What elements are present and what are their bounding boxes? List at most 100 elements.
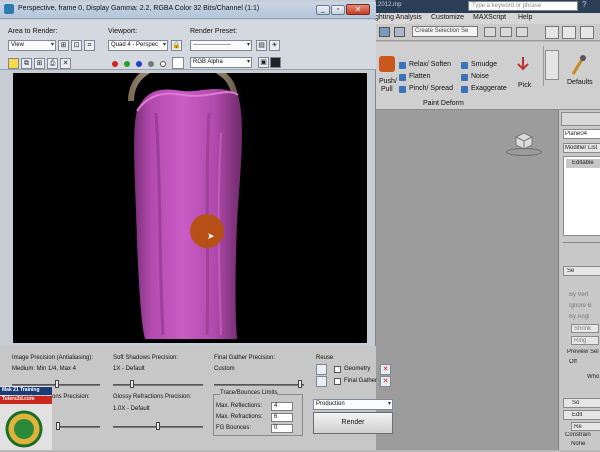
- menu-lighting-analysis[interactable]: ghting Analysis: [375, 14, 422, 21]
- save-image-icon[interactable]: [8, 58, 19, 69]
- toolbar-icon[interactable]: [562, 26, 576, 39]
- help-icon[interactable]: ?: [582, 0, 586, 9]
- menu-help[interactable]: Help: [518, 14, 532, 21]
- clear-icon[interactable]: ✕: [60, 58, 71, 69]
- green-channel-icon[interactable]: [124, 61, 130, 67]
- by-angle-option[interactable]: By Angl: [569, 314, 589, 320]
- checkbox-column[interactable]: [545, 50, 559, 80]
- viewcube-ring[interactable]: [506, 148, 542, 156]
- minimize-button[interactable]: _: [316, 5, 330, 15]
- modifier-stack[interactable]: Editable: [563, 156, 600, 236]
- push-pull-label[interactable]: Push/: [379, 78, 397, 85]
- geometry-checkbox[interactable]: [334, 366, 341, 373]
- alpha-display-icon[interactable]: [148, 61, 154, 67]
- soft-selection-rollout[interactable]: So: [563, 398, 600, 408]
- exaggerate-icon[interactable]: [461, 86, 468, 93]
- clone-window-icon[interactable]: ⊞: [34, 58, 45, 69]
- relax-soften-button[interactable]: Relax/ Soften: [409, 61, 451, 68]
- toolbar-icon[interactable]: [500, 27, 512, 37]
- stack-tools[interactable]: [563, 242, 600, 251]
- render-preset-dropdown[interactable]: -------------------: [190, 40, 252, 51]
- max-reflections-input[interactable]: 4: [271, 402, 293, 411]
- auto-region-icon[interactable]: ⊡: [71, 40, 82, 51]
- edit-region-icon[interactable]: ⊞: [58, 40, 69, 51]
- smudge-button[interactable]: Smudge: [471, 61, 497, 68]
- toolbar-icon[interactable]: [394, 27, 405, 37]
- render-setup-icon[interactable]: ▤: [256, 40, 267, 51]
- lock-viewport-icon[interactable]: 🔒: [171, 40, 182, 51]
- ignore-backfacing-option[interactable]: Ignore B: [569, 303, 592, 309]
- red-channel-icon[interactable]: [112, 61, 118, 67]
- toolbar-icon[interactable]: [516, 27, 528, 37]
- final-gather-slider[interactable]: [298, 380, 302, 388]
- reuse-fg-icon[interactable]: [316, 376, 327, 387]
- copy-image-icon[interactable]: ⧉: [21, 58, 32, 69]
- clear-fg-icon[interactable]: ✕: [380, 376, 391, 387]
- close-button[interactable]: ✕: [346, 4, 370, 15]
- menu-customize[interactable]: Customize: [431, 14, 464, 21]
- print-icon[interactable]: ⎙: [47, 58, 58, 69]
- environment-icon[interactable]: ☀: [269, 40, 280, 51]
- modifier-list-dropdown[interactable]: Modifier List: [563, 143, 600, 153]
- shrink-button[interactable]: Shrink: [571, 324, 599, 333]
- render-preset-label: Render Preset:: [190, 28, 238, 35]
- toolbar-icon[interactable]: [379, 27, 390, 37]
- color-swatch[interactable]: [172, 57, 184, 69]
- pinch-icon[interactable]: [399, 86, 406, 93]
- fg-bounces-input[interactable]: 0: [271, 424, 293, 433]
- toolbar-icon[interactable]: [545, 26, 559, 39]
- exaggerate-button[interactable]: Exaggerate: [471, 85, 507, 92]
- noise-icon[interactable]: [461, 74, 468, 81]
- toolbar-icon[interactable]: [484, 27, 496, 37]
- image-precision-slider[interactable]: [55, 380, 59, 388]
- flatten-button[interactable]: Flatten: [409, 73, 430, 80]
- maximize-button[interactable]: ▫: [331, 5, 345, 15]
- pick-icon[interactable]: [515, 56, 531, 74]
- soft-shadows-value: 1X - Default: [113, 366, 145, 372]
- clear-geometry-icon[interactable]: ✕: [380, 364, 391, 375]
- mono-display-icon[interactable]: [160, 61, 166, 67]
- crop-icon[interactable]: ⌗: [84, 40, 95, 51]
- viewport-perspective[interactable]: [375, 110, 558, 450]
- noise-button[interactable]: Noise: [471, 73, 489, 80]
- relax-icon[interactable]: [399, 62, 406, 69]
- alpha-channel-icon[interactable]: [270, 57, 281, 68]
- defaults-button[interactable]: Defaults: [567, 79, 593, 86]
- final-gather-value: Custom: [214, 366, 235, 372]
- channel-dropdown[interactable]: RGB Alpha: [190, 57, 252, 68]
- pinch-spread-button[interactable]: Pinch/ Spread: [409, 85, 453, 92]
- glossy-reflections-slider[interactable]: [56, 422, 60, 430]
- reuse-geometry-icon[interactable]: [316, 364, 327, 375]
- toolbar-icon[interactable]: [580, 26, 594, 39]
- production-mode-dropdown[interactable]: Production: [313, 399, 393, 410]
- viewport-dropdown[interactable]: Quad 4 - Perspec: [108, 40, 168, 51]
- max-refractions-input[interactable]: 6: [271, 413, 293, 422]
- blue-channel-icon[interactable]: [136, 61, 142, 67]
- whole-object-checkbox[interactable]: Who: [587, 374, 599, 380]
- smudge-icon[interactable]: [461, 62, 468, 69]
- defaults-icon[interactable]: [569, 54, 587, 76]
- render-button[interactable]: Render: [313, 412, 393, 434]
- repeat-last-button[interactable]: Re: [571, 422, 600, 431]
- push-pull-icon[interactable]: [379, 56, 395, 72]
- ring-button[interactable]: Ring: [571, 336, 599, 345]
- selection-rollout[interactable]: Se: [563, 266, 600, 276]
- preview-off-radio[interactable]: Off: [569, 359, 577, 365]
- constraint-none-radio[interactable]: None: [571, 441, 585, 447]
- pick-button[interactable]: Pick: [518, 82, 531, 89]
- mono-icon[interactable]: ▣: [258, 57, 269, 68]
- push-pull-label-2[interactable]: Pull: [381, 86, 393, 93]
- soft-shadows-slider[interactable]: [130, 380, 134, 388]
- glossy-refractions-slider[interactable]: [156, 422, 160, 430]
- search-input[interactable]: Type a keyword or phrase: [468, 1, 578, 11]
- final-gather-checkbox[interactable]: [334, 378, 341, 385]
- menu-maxscript[interactable]: MAXScript: [473, 14, 506, 21]
- by-vertex-option[interactable]: By Vert: [569, 292, 588, 298]
- modifier-stack-item[interactable]: Editable: [566, 159, 600, 168]
- object-name-field[interactable]: Plane04: [563, 129, 600, 139]
- flatten-icon[interactable]: [399, 74, 406, 81]
- edit-geometry-rollout[interactable]: Edit: [563, 410, 600, 420]
- selection-set-dropdown[interactable]: Create Selection Se: [412, 26, 478, 37]
- command-tabs[interactable]: [561, 112, 600, 126]
- area-to-render-dropdown[interactable]: View: [8, 40, 56, 51]
